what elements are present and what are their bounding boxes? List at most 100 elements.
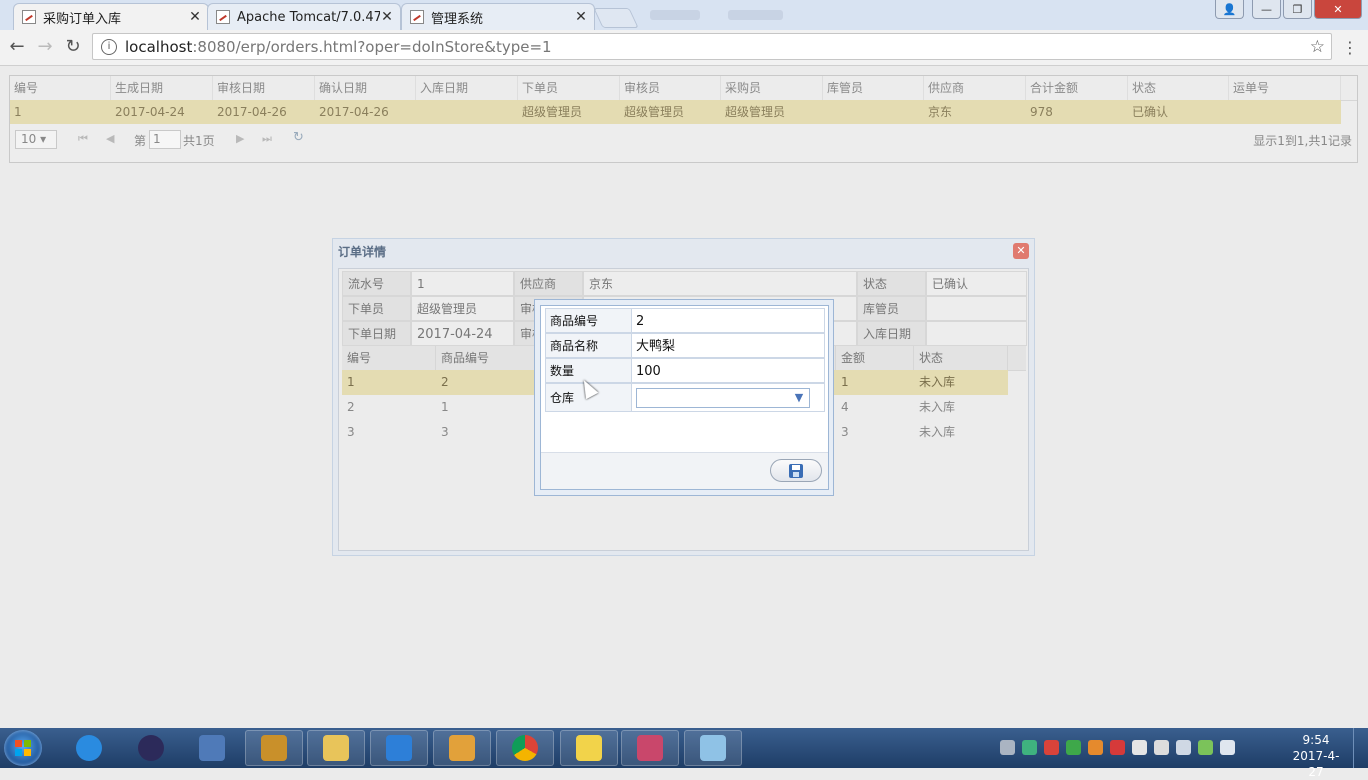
col-header[interactable]: 审核日期 [213, 76, 315, 100]
info-label: 库管员 [857, 296, 926, 321]
javaee-taskbar-icon[interactable] [245, 730, 303, 766]
database-taskbar-icon[interactable] [621, 730, 679, 766]
start-button[interactable] [4, 730, 42, 766]
close-icon[interactable]: ✕ [1013, 243, 1029, 259]
col-header[interactable]: 编号 [342, 346, 436, 370]
page-favicon-icon [410, 10, 424, 24]
table-row[interactable]: 1 2017-04-24 2017-04-26 2017-04-26 超级管理员… [10, 100, 1341, 124]
info-label: 下单员 [342, 296, 411, 321]
dialog-title: 订单详情 [338, 245, 387, 259]
eclipse-icon [138, 735, 164, 761]
ie-taskbar-icon[interactable] [60, 730, 118, 766]
minimize-button[interactable]: — [1252, 0, 1281, 19]
help-taskbar-icon[interactable] [560, 730, 618, 766]
network-icon[interactable] [1198, 740, 1213, 755]
upload-icon[interactable] [1066, 740, 1081, 755]
cell [1229, 100, 1341, 124]
search-tool-taskbar-icon[interactable] [433, 730, 491, 766]
tab-title: 管理系统 [431, 11, 484, 27]
taskbar: 9:54 2017-4-27 [0, 728, 1368, 779]
prev-page-icon[interactable]: ◀ [106, 132, 114, 145]
pagination-bar: 10 ▾ ⏮ ◀ 第 1 共1页 ▶ ⏭ ↻ 显示1到1,共1记录 [10, 126, 1357, 156]
col-header[interactable]: 供应商 [924, 76, 1026, 100]
forward-icon[interactable]: → [34, 36, 56, 58]
tab-purchase-instore[interactable]: 采购订单入库 ✕ [13, 3, 209, 30]
tab-close-icon[interactable]: ✕ [380, 9, 394, 25]
page-size-select[interactable]: 10 ▾ [15, 130, 57, 149]
cell: 超级管理员 [624, 105, 685, 119]
info-value: 京东 [583, 271, 857, 296]
tab-tomcat[interactable]: Apache Tomcat/7.0.47 ✕ [207, 3, 401, 30]
volume-icon[interactable] [1220, 740, 1235, 755]
shield-icon[interactable] [1022, 740, 1037, 755]
cell: 3 [841, 425, 849, 439]
cell: 1 [841, 375, 849, 389]
chrome-taskbar-icon[interactable] [496, 730, 554, 766]
warehouse-select[interactable]: ▼ [636, 388, 810, 408]
monitor-icon[interactable] [1176, 740, 1191, 755]
col-header[interactable]: 合计金额 [1026, 76, 1128, 100]
col-header[interactable]: 金额 [836, 346, 914, 370]
tab-close-icon[interactable]: ✕ [574, 9, 588, 25]
page-total: 共1页 [183, 134, 215, 148]
close-window-button[interactable]: ✕ [1314, 0, 1362, 19]
tab-close-icon[interactable]: ✕ [188, 9, 202, 25]
save-button[interactable] [770, 459, 822, 482]
col-header[interactable]: 状态 [1128, 76, 1229, 100]
col-header[interactable]: 编号 [10, 76, 111, 100]
browser-tabstrip: 采购订单入库 ✕ Apache Tomcat/7.0.47 ✕ 管理系统 ✕ 👤… [0, 0, 1368, 30]
col-header[interactable]: 确认日期 [315, 76, 416, 100]
bookmark-star-icon[interactable]: ☆ [1310, 37, 1325, 57]
col-header[interactable]: 入库日期 [416, 76, 518, 100]
dialog-footer [541, 452, 828, 489]
refresh-icon[interactable]: ↻ [293, 130, 304, 145]
address-bar: ← → ↻ i localhost:8080/erp/orders.html?o… [0, 30, 1368, 66]
notepad-taskbar-icon[interactable] [684, 730, 742, 766]
col-header[interactable]: 下单员 [518, 76, 620, 100]
virtualbox-taskbar-icon[interactable] [183, 730, 241, 766]
tab-management[interactable]: 管理系统 ✕ [401, 3, 595, 30]
next-page-icon[interactable]: ▶ [236, 132, 244, 145]
goods-name-value: 大鸭梨 [636, 339, 676, 354]
info-icon[interactable]: i [101, 38, 117, 55]
user-icon[interactable]: 👤 [1215, 0, 1244, 19]
clock[interactable]: 9:54 2017-4-27 [1286, 732, 1346, 780]
tab-title: 采购订单入库 [43, 11, 122, 27]
info-value: 2017-04-24 [411, 321, 514, 346]
keyboard-icon[interactable] [1000, 740, 1015, 755]
maximize-button[interactable]: ❐ [1283, 0, 1312, 19]
pagination-info: 显示1到1,共1记录 [1253, 134, 1352, 148]
col-header[interactable]: 审核员 [620, 76, 721, 100]
col-header[interactable]: 库管员 [823, 76, 924, 100]
instore-item-dialog: 商品编号 2 商品名称 大鸭梨 数量 100 仓库 ▼ [534, 299, 834, 496]
col-header[interactable]: 运单号 [1229, 76, 1341, 100]
info-label: 下单日期 [342, 321, 411, 346]
wps-taskbar-icon[interactable] [370, 730, 428, 766]
sync-icon[interactable] [1132, 740, 1147, 755]
gear-icon[interactable] [1044, 740, 1059, 755]
eclipse-taskbar-icon[interactable] [122, 730, 180, 766]
back-icon[interactable]: ← [6, 36, 28, 58]
chevron-down-icon[interactable]: ▼ [789, 389, 809, 407]
chrome-icon [512, 735, 538, 761]
info-label: 状态 [857, 271, 926, 296]
page-number-input[interactable]: 1 [149, 130, 181, 149]
col-header[interactable]: 采购员 [721, 76, 823, 100]
url-input[interactable]: i localhost:8080/erp/orders.html?oper=do… [92, 33, 1332, 60]
menu-icon[interactable]: ⋮ [1342, 38, 1358, 57]
col-header[interactable]: 生成日期 [111, 76, 213, 100]
last-page-icon[interactable]: ⏭ [262, 132, 272, 146]
explorer-taskbar-icon[interactable] [307, 730, 365, 766]
device-icon[interactable] [1154, 740, 1169, 755]
info-label: 流水号 [342, 271, 411, 296]
col-header[interactable]: 状态 [914, 346, 1008, 370]
app-icon[interactable] [1110, 740, 1125, 755]
first-page-icon[interactable]: ⏮ [78, 132, 88, 146]
flash-icon[interactable] [1088, 740, 1103, 755]
reload-icon[interactable]: ↻ [62, 36, 84, 58]
cell: 2017-04-26 [217, 105, 287, 119]
show-desktop-button[interactable] [1353, 728, 1368, 768]
javaee-icon [261, 735, 287, 761]
notepad-icon [700, 735, 726, 761]
new-tab-button[interactable] [593, 8, 639, 28]
